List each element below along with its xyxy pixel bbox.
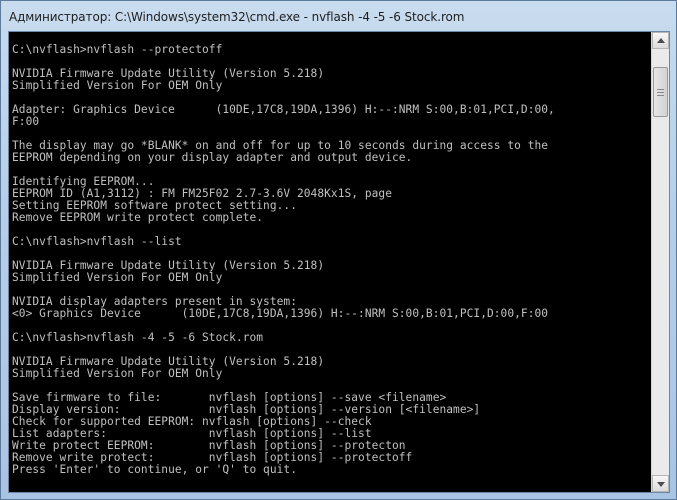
console-line: EEPROM depending on your display adapter… (12, 151, 413, 164)
console-area[interactable]: C:\nvflash>nvflash --protectoff NVIDIA F… (8, 31, 670, 493)
grip-icon (657, 89, 664, 90)
console-line: Simplified Version For OEM Only (12, 367, 223, 380)
arrow-down-icon (657, 482, 665, 487)
console-line: F:00 (12, 115, 40, 128)
grip-icon (657, 92, 664, 93)
vertical-scrollbar[interactable] (651, 32, 669, 492)
console-line: Adapter: Graphics Device (10DE,17C8,19DA… (12, 103, 555, 116)
scroll-up-button[interactable] (652, 32, 669, 49)
arrow-up-icon (657, 38, 665, 43)
title-bar[interactable]: Администратор: C:\Windows\system32\cmd.e… (1, 1, 676, 31)
console-line: Simplified Version For OEM Only (12, 271, 223, 284)
scroll-down-button[interactable] (652, 475, 669, 492)
scroll-thumb[interactable] (653, 67, 668, 117)
cmd-window: Администратор: C:\Windows\system32\cmd.e… (0, 0, 677, 500)
console-line: C:\nvflash>nvflash -4 -5 -6 Stock.rom (12, 331, 264, 344)
console-line: Press 'Enter' to continue, or 'Q' to qui… (12, 463, 297, 476)
console-line: C:\nvflash>nvflash --protectoff (12, 43, 223, 56)
window-title: Администратор: C:\Windows\system32\cmd.e… (9, 10, 465, 24)
console-line: Simplified Version For OEM Only (12, 79, 223, 92)
console-line: <0> Graphics Device (10DE,17C8,19DA,1396… (12, 307, 549, 320)
console-output: C:\nvflash>nvflash --protectoff NVIDIA F… (9, 32, 651, 492)
console-line: Remove EEPROM write protect complete. (12, 211, 264, 224)
grip-icon (657, 95, 664, 96)
console-line: C:\nvflash>nvflash --list (12, 235, 182, 248)
